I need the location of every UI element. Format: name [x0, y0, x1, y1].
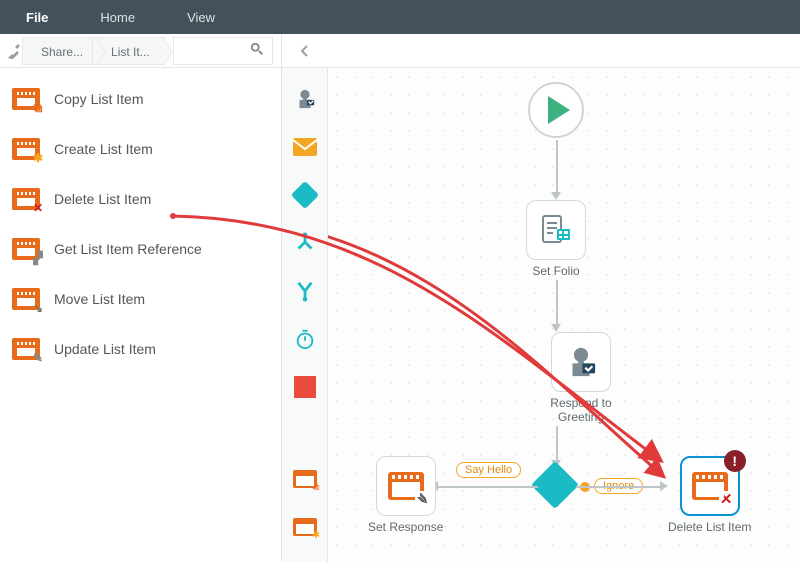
copy-badge-icon: ⧉	[31, 101, 45, 115]
search-icon	[250, 42, 264, 59]
toolbox-item-label: Copy List Item	[54, 91, 143, 107]
list-icon: ✱	[12, 138, 40, 160]
menu-home[interactable]: Home	[74, 0, 161, 34]
toolbox-panel: ⧉ Copy List Item ✱ Create List Item ✕ De…	[0, 68, 282, 562]
list-icon: ✕	[692, 472, 728, 500]
menu-view[interactable]: View	[161, 0, 241, 34]
start-node[interactable]	[528, 82, 584, 138]
error-badge-icon: !	[724, 450, 746, 472]
edge	[576, 486, 662, 488]
edit-badge-icon: ✎	[31, 351, 45, 365]
node-delete-list-item[interactable]: ✕ ! Delete List Item	[668, 456, 751, 534]
list-icon: ⧉	[12, 88, 40, 110]
node-label: Delete List Item	[668, 520, 751, 534]
list-new-icon[interactable]: ✱	[292, 514, 318, 540]
toolbox-item-copy[interactable]: ⧉ Copy List Item	[0, 74, 281, 124]
node-label: Set Folio	[532, 264, 579, 278]
node-set-folio[interactable]: Set Folio	[526, 200, 586, 278]
node-respond-greeting[interactable]: Respond to Greeting	[526, 332, 636, 424]
toolbox-item-label: Update List Item	[54, 341, 156, 357]
toolbox-item-create[interactable]: ✱ Create List Item	[0, 124, 281, 174]
edge	[556, 280, 558, 326]
star-badge-icon: ✱	[31, 151, 45, 165]
arrow-icon	[551, 324, 561, 332]
list-copy-icon[interactable]: ⧉	[292, 466, 318, 492]
link-badge-icon: ▞	[31, 251, 45, 265]
list-icon: ✎	[12, 338, 40, 360]
document-icon	[539, 213, 573, 247]
list-icon: ▞	[12, 238, 40, 260]
toolbox-item-label: Get List Item Reference	[54, 241, 202, 257]
search-input[interactable]	[173, 37, 273, 65]
toolbox-item-move[interactable]: ↘ Move List Item	[0, 274, 281, 324]
edge	[556, 426, 558, 462]
toolbox-item-delete[interactable]: ✕ Delete List Item	[0, 174, 281, 224]
user-task-icon	[564, 345, 598, 379]
arrow-icon	[551, 192, 561, 200]
mail-icon[interactable]	[292, 134, 318, 160]
split-icon[interactable]	[292, 230, 318, 256]
toolbox-item-getref[interactable]: ▞ Get List Item Reference	[0, 224, 281, 274]
arrow-icon	[660, 481, 668, 491]
activity-forms-icon[interactable]	[292, 86, 318, 112]
x-badge-icon: ✕	[31, 201, 45, 215]
breadcrumb-share[interactable]: Share...	[22, 37, 98, 65]
edge	[556, 140, 558, 194]
start-icon	[528, 82, 584, 138]
list-icon: ↘	[12, 288, 40, 310]
drag-origin-dot	[170, 213, 176, 219]
node-label: Set Response	[368, 520, 443, 534]
merge-icon[interactable]	[292, 278, 318, 304]
toolbox-item-label: Create List Item	[54, 141, 153, 157]
branch-label-say-hello: Say Hello	[456, 462, 521, 478]
decision-icon[interactable]	[292, 182, 318, 208]
list-icon: ✕	[12, 188, 40, 210]
category-strip: ⧉ ✱	[282, 68, 328, 562]
move-badge-icon: ↘	[31, 301, 45, 315]
menu-file[interactable]: File	[0, 0, 74, 34]
list-icon: ✎	[388, 472, 424, 500]
toolbox-item-update[interactable]: ✎ Update List Item	[0, 324, 281, 374]
edge	[438, 486, 538, 488]
node-label: Respond to Greeting	[526, 396, 636, 424]
workflow-canvas[interactable]: Set Folio Respond to Greeting Say Hello …	[328, 68, 800, 562]
node-set-response[interactable]: ✎ Set Response	[368, 456, 443, 534]
timer-icon[interactable]	[292, 326, 318, 352]
toolbox-item-label: Delete List Item	[54, 191, 151, 207]
collapse-panel-button[interactable]	[292, 39, 316, 63]
toolbox-item-label: Move List Item	[54, 291, 145, 307]
end-icon[interactable]	[292, 374, 318, 400]
node-decision[interactable]	[538, 468, 572, 502]
